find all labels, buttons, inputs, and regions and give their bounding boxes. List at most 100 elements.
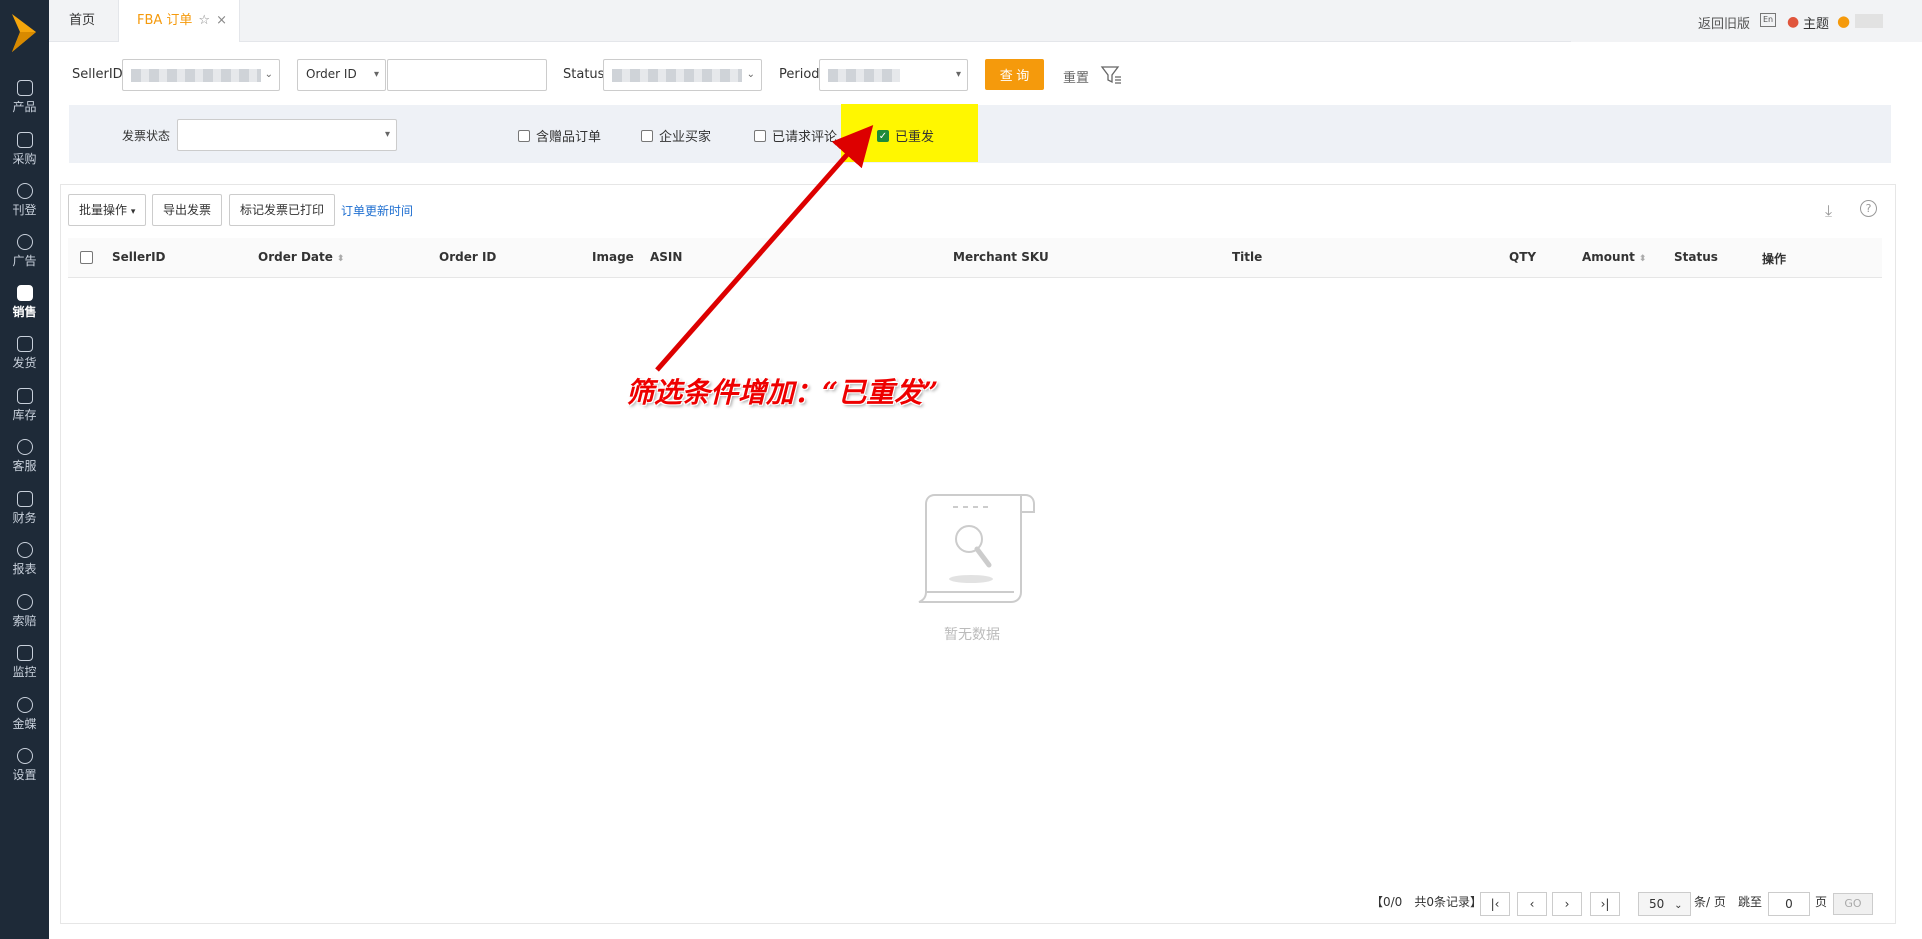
blurred-value — [131, 69, 261, 82]
sidebar-item-service[interactable]: 客服 — [0, 431, 49, 481]
user-icon[interactable]: ● — [1837, 12, 1850, 30]
tab-fba-orders[interactable]: FBA 订单 ☆ × — [118, 0, 240, 42]
order-id-input[interactable] — [387, 59, 547, 91]
page-unit-label: 页 — [1815, 895, 1828, 909]
checkbox-box[interactable] — [641, 129, 653, 142]
business-buyer-checkbox[interactable]: 企业买家 — [641, 126, 711, 145]
export-invoice-button[interactable]: 导出发票 — [152, 194, 223, 226]
select-all-checkbox[interactable] — [80, 251, 93, 264]
top-right-toolbar: 返回旧版 En ● 主题 ● — [1571, 0, 1922, 42]
language-icon[interactable]: En — [1760, 13, 1776, 27]
order-update-time-link[interactable]: 订单更新时间 — [341, 202, 413, 219]
pagination-summary: 【0/0 共0条记录】 — [1371, 895, 1482, 909]
sales-icon — [16, 285, 33, 301]
page-size-value: 50 — [1649, 897, 1665, 911]
help-icon[interactable]: ? — [1860, 200, 1877, 217]
close-icon[interactable]: × — [216, 13, 227, 28]
go-button[interactable]: GO — [1833, 893, 1873, 915]
sidebar-item-claims[interactable]: 索赔 — [0, 586, 49, 636]
resent-checkbox[interactable]: ✓ 已重发 — [877, 126, 934, 145]
tab-home[interactable]: 首页 — [69, 0, 95, 42]
empty-data-icon — [918, 494, 1035, 603]
invoice-status-label: 发票状态 — [122, 129, 171, 143]
sidebar-item-sales[interactable]: 销售 — [0, 277, 49, 327]
sidebar-item-reports[interactable]: 报表 — [0, 534, 49, 584]
seller-id-select[interactable]: ⌄ — [122, 59, 280, 91]
col-title: Title — [1232, 250, 1263, 264]
headset-icon — [16, 439, 33, 455]
col-label: Order Date — [258, 250, 333, 264]
col-amount[interactable]: Amount ⬍ — [1582, 250, 1646, 264]
checkbox-box[interactable] — [754, 129, 766, 142]
sidebar-item-monitor[interactable]: 监控 — [0, 637, 49, 687]
prev-page-icon[interactable]: ‹ — [1517, 892, 1547, 916]
sidebar-item-purchase[interactable]: 采购 — [0, 124, 49, 174]
status-label: Status — [563, 67, 605, 82]
col-merchant-sku: Merchant SKU — [953, 250, 1049, 264]
sidebar-item-settings[interactable]: 设置 — [0, 740, 49, 790]
invoice-status-select[interactable]: ▾ — [177, 119, 397, 151]
reset-button[interactable]: 重置 — [1063, 67, 1089, 86]
caret-down-icon: ▾ — [384, 129, 390, 140]
page-jump-input[interactable]: 0 — [1768, 892, 1810, 916]
finance-icon — [16, 491, 33, 507]
last-page-icon[interactable]: ›| — [1590, 892, 1620, 916]
shield-icon — [16, 594, 33, 610]
sidebar-item-listing[interactable]: 刊登 — [0, 175, 49, 225]
col-asin: ASIN — [650, 250, 683, 264]
seller-id-label: SellerID — [72, 67, 123, 82]
chevron-down-icon: ⌄ — [746, 69, 755, 80]
review-requested-checkbox[interactable]: 已请求评论 — [754, 126, 837, 145]
blurred-value — [612, 69, 742, 82]
warehouse-icon — [16, 388, 33, 404]
truck-icon — [16, 336, 33, 352]
sort-icon[interactable]: ⬍ — [1639, 254, 1647, 264]
sidebar-item-inventory[interactable]: 库存 — [0, 380, 49, 430]
checkbox-label: 已重发 — [895, 130, 935, 145]
query-button[interactable]: 查 询 — [985, 59, 1044, 90]
col-label: Amount — [1582, 250, 1635, 264]
advanced-filter-icon[interactable] — [1100, 64, 1122, 86]
user-name-blurred[interactable] — [1855, 14, 1883, 28]
checkbox-checked-icon[interactable]: ✓ — [877, 129, 889, 142]
page-size-select[interactable]: 50 ⌄ — [1638, 892, 1691, 916]
status-select[interactable]: ⌄ — [603, 59, 762, 91]
gear-icon — [16, 748, 33, 764]
caret-down-icon: ▾ — [373, 69, 379, 80]
first-page-icon[interactable]: |‹ — [1480, 892, 1510, 916]
next-page-icon[interactable]: › — [1552, 892, 1582, 916]
period-label: Period — [779, 67, 820, 82]
col-order-date[interactable]: Order Date ⬍ — [258, 250, 344, 264]
checkbox-box[interactable] — [518, 129, 530, 142]
col-qty: QTY — [1509, 250, 1537, 264]
gift-order-checkbox[interactable]: 含赠品订单 — [518, 126, 601, 145]
theme-button[interactable]: 主题 — [1803, 13, 1829, 32]
order-id-type-value: Order ID — [306, 67, 357, 81]
sidebar-item-kingdee[interactable]: 金蝶 — [0, 689, 49, 739]
sidebar-item-finance[interactable]: 财务 — [0, 483, 49, 533]
sidebar-item-ads[interactable]: 广告 — [0, 226, 49, 276]
download-icon[interactable]: ⤓ — [1825, 201, 1832, 221]
col-seller-id: SellerID — [112, 250, 166, 264]
chevron-down-icon: ⌄ — [1674, 900, 1683, 911]
palette-icon[interactable]: ● — [1787, 14, 1799, 30]
mark-invoice-printed-button[interactable]: 标记发票已打印 — [229, 194, 336, 226]
cart-icon — [16, 132, 33, 148]
star-icon[interactable]: ☆ — [198, 13, 210, 28]
sidebar-item-product[interactable]: 产品 — [0, 72, 49, 122]
order-id-type-select[interactable]: Order ID ▾ — [297, 59, 386, 91]
sort-icon[interactable]: ⬍ — [337, 254, 345, 264]
ad-icon — [16, 234, 33, 250]
sidebar-item-shipping[interactable]: 发货 — [0, 328, 49, 378]
period-select[interactable]: ▾ — [819, 59, 968, 91]
old-version-link[interactable]: 返回旧版 — [1698, 13, 1750, 32]
col-actions: 操作 — [1762, 252, 1787, 266]
table-header: SellerID Order Date ⬍ Order ID Image ASIN… — [68, 238, 1882, 278]
checkbox-label: 企业买家 — [659, 130, 712, 145]
app-logo[interactable] — [10, 12, 38, 54]
batch-actions-dropdown[interactable]: 批量操作 ▾ — [68, 194, 147, 226]
batch-label: 批量操作 — [79, 203, 128, 217]
col-image: Image — [592, 250, 634, 264]
checkbox-label: 含赠品订单 — [536, 130, 602, 145]
monitor-icon — [16, 645, 33, 661]
